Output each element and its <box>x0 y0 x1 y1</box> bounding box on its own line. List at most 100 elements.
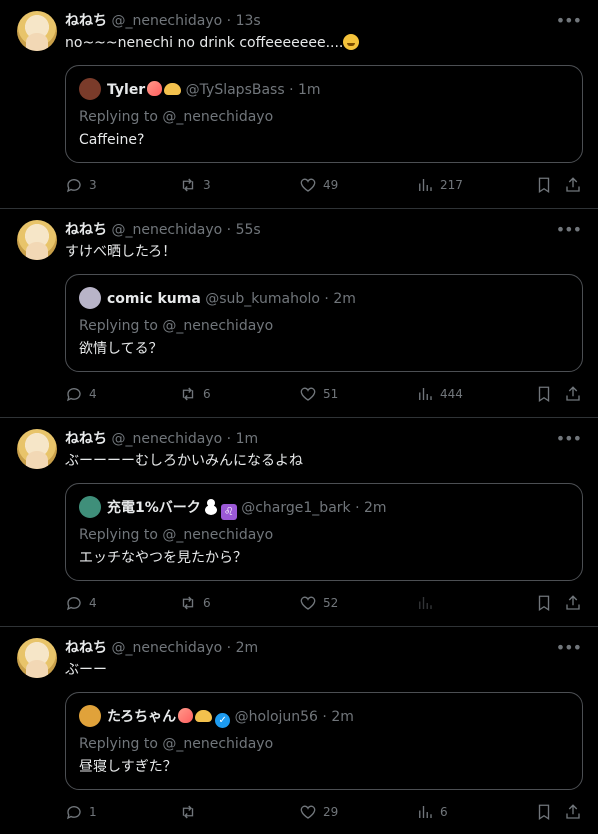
bookmark-button[interactable] <box>535 802 553 822</box>
timestamp[interactable]: 1m <box>236 431 259 447</box>
reply-button[interactable]: 4 <box>65 384 97 404</box>
like-button[interactable]: 51 <box>299 384 338 404</box>
avatar[interactable] <box>17 220 57 260</box>
more-options-icon[interactable]: ••• <box>556 11 582 30</box>
share-button[interactable] <box>564 384 582 404</box>
reply-button[interactable]: 4 <box>65 593 97 613</box>
timestamp[interactable]: 55s <box>236 222 261 238</box>
display-name[interactable]: ねねち <box>65 222 107 238</box>
like-count: 52 <box>323 596 339 610</box>
quote-display-name: Tyler <box>107 82 146 98</box>
share-icon <box>566 177 580 192</box>
repost-button[interactable]: 3 <box>179 175 211 195</box>
replying-to-handle: @_nenechidayo <box>162 527 274 543</box>
bookmark-button[interactable] <box>535 593 553 613</box>
quoted-tweet[interactable]: 充電1%バーク ♌ @charge1_bark · 2m Replying to … <box>65 483 583 581</box>
heart-icon <box>300 387 316 401</box>
separator: · <box>324 291 329 307</box>
bookmark-icon <box>538 595 550 612</box>
separator: · <box>226 222 232 238</box>
reply-icon <box>66 388 81 402</box>
heart-icon <box>300 596 316 610</box>
replying-to-label: Replying to <box>79 527 158 543</box>
face-holding-back-tears-icon <box>343 34 360 50</box>
reply-count: 4 <box>89 387 97 401</box>
reply-icon <box>66 597 81 611</box>
avatar[interactable] <box>17 638 57 678</box>
peach-icon <box>178 708 194 723</box>
quote-text: 昼寝しすぎた？ <box>79 759 177 775</box>
view-count: 444 <box>440 387 463 401</box>
like-count: 29 <box>323 805 339 819</box>
quote-handle: @TySlapsBass <box>185 82 285 98</box>
separator: · <box>226 640 232 656</box>
more-options-icon[interactable]: ••• <box>556 429 582 448</box>
action-bar: 4 6 52 <box>65 593 583 613</box>
quoted-tweet[interactable]: comic kuma @sub_kumaholo · 2m Replying t… <box>65 274 583 372</box>
repost-count: 3 <box>203 178 211 192</box>
quote-header: 充電1%バーク ♌ @charge1_bark · 2m <box>79 496 572 520</box>
leo-icon: ♌ <box>220 504 237 520</box>
timestamp[interactable]: 13s <box>236 13 261 29</box>
display-name[interactable]: ねねち <box>65 640 107 656</box>
tweet[interactable]: ねねち @_nenechidayo · 55s ••• すけべ晒したろ！ com… <box>0 209 598 418</box>
tweet-header: ねねち @_nenechidayo · 1m <box>65 429 548 449</box>
share-button[interactable] <box>564 593 582 613</box>
separator: · <box>289 82 294 98</box>
replying-to-handle: @_nenechidayo <box>162 736 274 752</box>
tweet-header: ねねち @_nenechidayo · 55s <box>65 220 548 240</box>
user-handle[interactable]: @_nenechidayo <box>111 431 222 447</box>
replying-to-handle: @_nenechidayo <box>162 318 274 334</box>
like-button[interactable]: 49 <box>299 175 338 195</box>
repost-button[interactable]: 6 <box>179 593 211 613</box>
reply-button[interactable]: 1 <box>65 802 97 822</box>
display-name[interactable]: ねねち <box>65 13 107 29</box>
quote-timestamp: 2m <box>333 291 356 307</box>
tweet-text: ぶーーーーむしろかいみんになるよね <box>65 453 303 469</box>
share-icon <box>566 595 580 610</box>
avatar[interactable] <box>17 429 57 469</box>
replying-to: Replying to @_nenechidayo <box>79 107 273 127</box>
more-options-icon[interactable]: ••• <box>556 638 582 657</box>
views-button[interactable]: 444 <box>416 384 463 404</box>
like-button[interactable]: 52 <box>299 593 338 613</box>
view-count: 6 <box>440 805 448 819</box>
timestamp[interactable]: 2m <box>236 640 259 656</box>
bookmark-button[interactable] <box>535 384 553 404</box>
tweet[interactable]: ねねち @_nenechidayo · 2m ••• ぶーー たろちゃん ✓ @h… <box>0 627 598 834</box>
user-handle[interactable]: @_nenechidayo <box>111 13 222 29</box>
avatar[interactable] <box>17 11 57 51</box>
tweet[interactable]: ねねち @_nenechidayo · 13s ••• no~~~nenechi… <box>0 0 598 209</box>
display-name[interactable]: ねねち <box>65 431 107 447</box>
views-chart-icon <box>419 806 432 818</box>
user-handle[interactable]: @_nenechidayo <box>111 222 222 238</box>
quoted-tweet[interactable]: たろちゃん ✓ @holojun56 · 2m Replying to @_nen… <box>65 692 583 790</box>
quote-avatar <box>79 705 101 727</box>
quote-header: たろちゃん ✓ @holojun56 · 2m <box>79 705 572 728</box>
quote-text: エッチなやつを見たから？ <box>79 550 247 566</box>
repost-button[interactable] <box>179 802 203 822</box>
share-icon <box>566 386 580 401</box>
tweet[interactable]: ねねち @_nenechidayo · 1m ••• ぶーーーーむしろかいみんに… <box>0 418 598 627</box>
action-bar: 4 6 51 444 <box>65 384 583 404</box>
quote-avatar <box>79 287 101 309</box>
replying-to: Replying to @_nenechidayo <box>79 734 273 754</box>
more-options-icon[interactable]: ••• <box>556 220 582 239</box>
user-handle[interactable]: @_nenechidayo <box>111 640 222 656</box>
reply-button[interactable]: 3 <box>65 175 97 195</box>
quote-avatar <box>79 78 101 100</box>
share-button[interactable] <box>564 802 582 822</box>
views-button[interactable]: 6 <box>416 802 448 822</box>
quote-display-name: comic kuma <box>107 291 201 307</box>
quoted-tweet[interactable]: Tyler @TySlapsBass · 1m Replying to @_ne… <box>65 65 583 163</box>
views-button[interactable] <box>416 593 440 613</box>
share-button[interactable] <box>564 175 582 195</box>
view-count: 217 <box>440 178 463 192</box>
views-button[interactable]: 217 <box>416 175 463 195</box>
tweet-text: no~~~nenechi no drink coffeeeeeee.... <box>65 33 582 53</box>
like-button[interactable]: 29 <box>299 802 338 822</box>
repost-button[interactable]: 6 <box>179 384 211 404</box>
quote-header: Tyler @TySlapsBass · 1m <box>79 78 572 100</box>
bookmark-button[interactable] <box>535 175 553 195</box>
quote-display-name: たろちゃん <box>107 709 177 725</box>
